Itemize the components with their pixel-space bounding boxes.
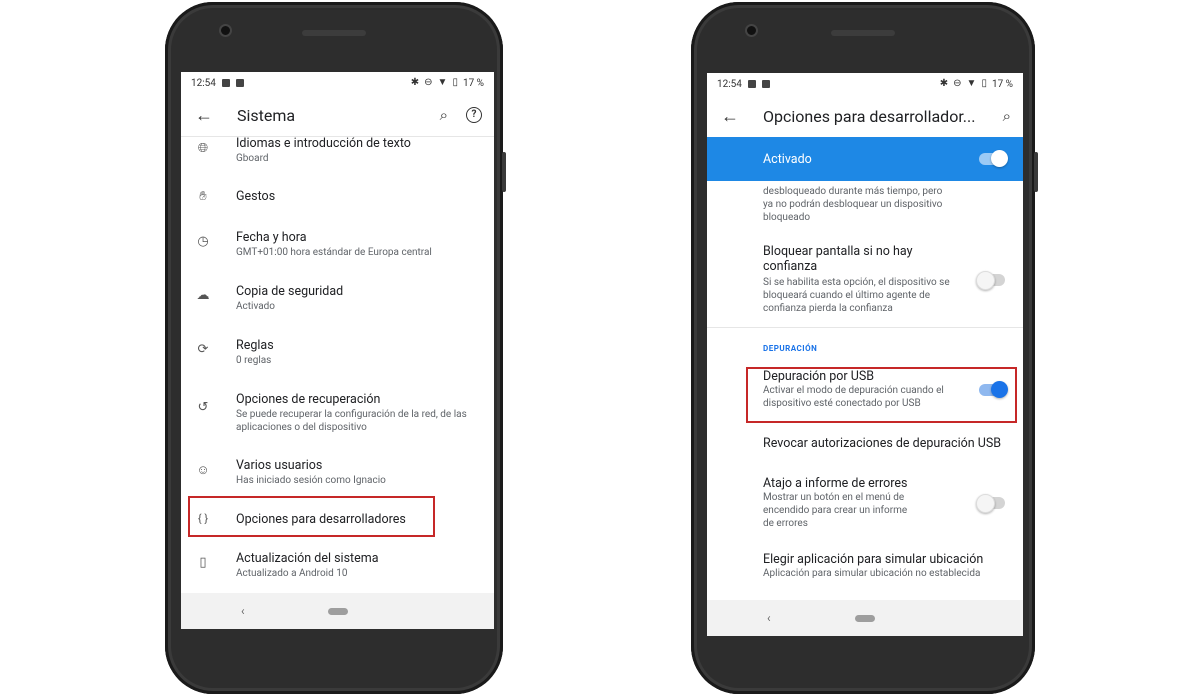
master-switch-bar[interactable]: Activado bbox=[707, 137, 1023, 181]
dnd-icon: ⊖ bbox=[953, 78, 962, 89]
phone-left: 12:54 ✱ ⊖ ▼ ▯ 17 % ← Sistema ⌕ ? 🌐︎ Idio… bbox=[165, 2, 506, 694]
app-notification-icon bbox=[761, 80, 770, 88]
wifi-icon: ▼ bbox=[966, 78, 977, 89]
bluetooth-icon: ✱ bbox=[410, 77, 420, 88]
item-title: Fecha y hora bbox=[236, 230, 307, 245]
item-subtitle: Has iniciado sesión como Ignacio bbox=[236, 475, 386, 486]
setting-lock-no-trust[interactable]: Bloquear pantalla si no hay confianza Si… bbox=[707, 244, 1023, 315]
image-notification-icon bbox=[221, 79, 230, 87]
section-header-debugging: DEPURACIÓN bbox=[707, 344, 1023, 353]
item-subtitle: GMT+01:00 hora estándar de Europa centra… bbox=[236, 247, 432, 258]
status-time: 12:54 bbox=[717, 78, 742, 90]
rules-icon: ⟳ bbox=[197, 342, 209, 357]
page-title: Opciones para desarrollador... bbox=[763, 106, 976, 126]
list-item-languages[interactable]: 🌐︎ Idiomas e introducción de texto Gboar… bbox=[181, 136, 494, 165]
history-icon: ↺ bbox=[197, 400, 209, 415]
lock-no-trust-toggle[interactable] bbox=[976, 270, 1005, 290]
nav-back-icon[interactable]: ‹ bbox=[241, 604, 245, 618]
wifi-icon: ▼ bbox=[437, 77, 448, 88]
partial-description: desbloqueado durante más tiempo, pero ya… bbox=[707, 181, 1023, 224]
power-button bbox=[502, 152, 506, 192]
item-subtitle: 0 reglas bbox=[236, 355, 272, 366]
item-title: Varios usuarios bbox=[236, 458, 323, 473]
setting-title: Bloquear pantalla si no hay confianza bbox=[763, 244, 913, 274]
item-title: Reglas bbox=[236, 338, 274, 353]
status-bar: 12:54 ✱ ⊖ ▼ ▯ 17 % bbox=[181, 72, 494, 94]
list-item-recovery[interactable]: ↺ Opciones de recuperación Se puede recu… bbox=[181, 392, 494, 434]
front-camera bbox=[219, 24, 232, 37]
back-arrow-icon[interactable]: ← bbox=[719, 106, 741, 127]
section-divider bbox=[707, 327, 1023, 328]
item-subtitle: Se puede recuperar la configuración de l… bbox=[236, 409, 467, 433]
item-subtitle: Actualizado a Android 10 bbox=[236, 568, 348, 579]
clock-icon: ◷ bbox=[197, 234, 209, 249]
master-toggle[interactable] bbox=[979, 150, 1008, 167]
battery-level: 17 % bbox=[462, 77, 484, 89]
search-icon[interactable]: ⌕ bbox=[440, 106, 448, 124]
bugreport-toggle[interactable] bbox=[976, 494, 1005, 513]
app-bar: ← Sistema ⌕ ? bbox=[181, 94, 494, 136]
status-bar: 12:54 ✱ ⊖ ▼ ▯ 17 % bbox=[707, 73, 1023, 95]
nav-home-pill[interactable] bbox=[327, 607, 348, 615]
app-bar: ← Opciones para desarrollador... ⌕ bbox=[707, 95, 1023, 137]
master-switch-label: Activado bbox=[763, 151, 812, 167]
search-icon[interactable]: ⌕ bbox=[1003, 107, 1011, 125]
dnd-icon: ⊖ bbox=[424, 77, 433, 88]
battery-level: 17 % bbox=[991, 78, 1013, 90]
front-camera bbox=[745, 24, 758, 37]
list-item-rules[interactable]: ⟳ Reglas 0 reglas bbox=[181, 338, 494, 367]
setting-revoke-usb[interactable]: Revocar autorizaciones de depuración USB bbox=[707, 436, 1023, 451]
bluetooth-icon: ✱ bbox=[939, 78, 949, 89]
item-title: Gestos bbox=[236, 189, 276, 204]
item-title: Idiomas e introducción de texto bbox=[236, 136, 411, 151]
item-title: Copia de seguridad bbox=[236, 284, 344, 299]
list-item-date-time[interactable]: ◷ Fecha y hora GMT+01:00 hora estándar d… bbox=[181, 230, 494, 259]
list-item-gestures[interactable]: ✋︎ Gestos bbox=[181, 189, 494, 204]
earpiece bbox=[302, 30, 366, 36]
status-time: 12:54 bbox=[191, 77, 216, 89]
setting-bugreport-shortcut[interactable]: Atajo a informe de errores Mostrar un bo… bbox=[707, 476, 1023, 530]
section-header-text: DEPURACIÓN bbox=[763, 344, 818, 353]
setting-title: Atajo a informe de errores bbox=[763, 476, 908, 491]
help-icon[interactable]: ? bbox=[466, 107, 482, 123]
item-title: Actualización del sistema bbox=[236, 551, 379, 566]
earpiece bbox=[831, 30, 895, 36]
page-title: Sistema bbox=[237, 105, 296, 125]
setting-title: Elegir aplicación para simular ubicación bbox=[763, 552, 984, 567]
back-arrow-icon[interactable]: ← bbox=[193, 105, 215, 126]
phone-right: 12:54 ✱ ⊖ ▼ ▯ 17 % ← Opciones para desar… bbox=[691, 2, 1038, 694]
screen-left: 12:54 ✱ ⊖ ▼ ▯ 17 % ← Sistema ⌕ ? 🌐︎ Idio… bbox=[181, 72, 494, 629]
highlight-box-usb-debugging bbox=[746, 367, 1017, 423]
setting-mock-location[interactable]: Elegir aplicación para simular ubicación… bbox=[707, 552, 1023, 580]
list-item-users[interactable]: ☺︎ Varios usuarios Has iniciado sesión c… bbox=[181, 458, 494, 487]
cloud-upload-icon: ☁︎ bbox=[196, 288, 210, 303]
app-notification-icon bbox=[235, 79, 244, 87]
highlight-box-developer-options bbox=[188, 496, 435, 537]
item-subtitle: Activado bbox=[236, 301, 276, 312]
system-update-icon: ▯ bbox=[199, 555, 207, 570]
person-icon: ☺︎ bbox=[196, 463, 210, 478]
image-notification-icon bbox=[747, 80, 756, 88]
globe-icon: 🌐︎ bbox=[197, 141, 209, 156]
list-item-backup[interactable]: ☁︎ Copia de seguridad Activado bbox=[181, 284, 494, 313]
setting-subtitle: Mostrar un botón en el menú de encendido… bbox=[763, 492, 908, 529]
item-title: Opciones de recuperación bbox=[236, 392, 381, 407]
battery-icon: ▯ bbox=[452, 77, 458, 88]
setting-subtitle: Si se habilita esta opción, el dispositi… bbox=[763, 277, 950, 314]
nav-back-icon[interactable]: ‹ bbox=[767, 611, 771, 625]
navigation-bar: ‹ bbox=[707, 600, 1023, 636]
navigation-bar: ‹ bbox=[181, 593, 494, 629]
list-item-system-update[interactable]: ▯ Actualización del sistema Actualizado … bbox=[181, 551, 494, 580]
nav-home-pill[interactable] bbox=[855, 614, 875, 622]
gestures-icon: ✋︎ bbox=[199, 189, 207, 204]
setting-subtitle: Aplicación para simular ubicación no est… bbox=[763, 568, 981, 579]
screen-right: 12:54 ✱ ⊖ ▼ ▯ 17 % ← Opciones para desar… bbox=[707, 73, 1023, 636]
battery-icon: ▯ bbox=[981, 78, 987, 89]
item-subtitle: Gboard bbox=[236, 153, 269, 164]
setting-title: Revocar autorizaciones de depuración USB bbox=[763, 436, 1002, 451]
partial-description-text: desbloqueado durante más tiempo, pero ya… bbox=[763, 186, 943, 223]
power-button bbox=[1034, 152, 1038, 192]
